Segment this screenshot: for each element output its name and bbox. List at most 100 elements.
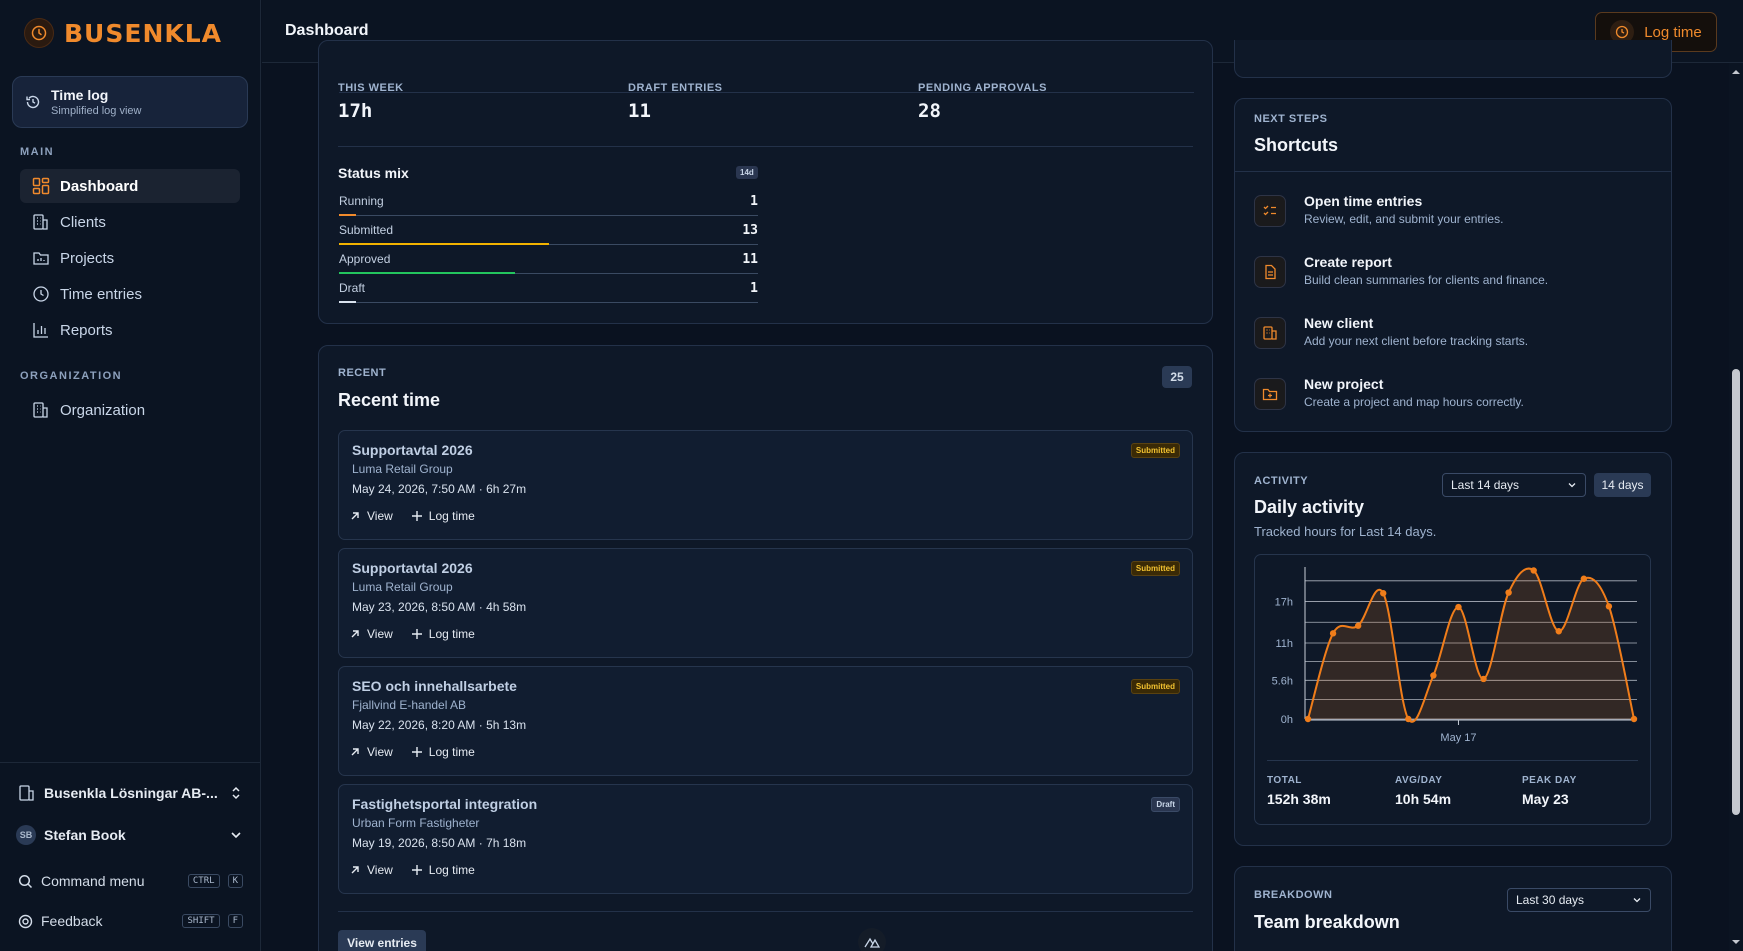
log-time-link[interactable]: Log time xyxy=(411,627,475,641)
recent-entry[interactable]: Fastighetsportal integration Urban Form … xyxy=(338,784,1193,894)
plus-icon xyxy=(411,511,422,521)
view-button[interactable]: View xyxy=(349,627,393,641)
scroll-down-icon xyxy=(1732,940,1740,944)
logo-text: BUSENKLA xyxy=(64,18,223,48)
sidebar-item-label: Dashboard xyxy=(60,177,139,195)
view-button[interactable]: View xyxy=(349,745,393,759)
sidebar-item-projects[interactable]: Projects xyxy=(20,241,240,275)
recent-entry[interactable]: SEO och innehallsarbete Fjallvind E-hand… xyxy=(338,666,1193,776)
sidebar-item-reports[interactable]: Reports xyxy=(20,313,240,347)
chart-container: 0h 5.6h 11h 17h May 17 TOTAL 152h 38m AVG/DA… xyxy=(1254,554,1651,825)
entry-title[interactable]: Supportavtal 2026 xyxy=(352,442,473,458)
arrow-up-right-icon xyxy=(351,630,359,638)
shortcut-new-project[interactable]: New project Create a project and map hou… xyxy=(1254,372,1654,422)
shortcuts-title: Shortcuts xyxy=(1254,135,1339,155)
time-log-card[interactable]: Time log Simplified log view xyxy=(12,76,248,128)
log-time-link[interactable]: Log time xyxy=(411,745,475,759)
entry-title[interactable]: Supportavtal 2026 xyxy=(352,560,473,576)
user-menu[interactable]: SB Stefan Book xyxy=(16,822,243,848)
search-icon xyxy=(18,874,33,888)
log-time-link[interactable]: Log time xyxy=(411,509,475,523)
shortcut-title: New client xyxy=(1304,315,1374,331)
divider xyxy=(1235,171,1671,172)
breakdown-range-select[interactable]: Last 30 days xyxy=(1507,888,1651,912)
arrow-up-right-icon xyxy=(351,512,359,520)
shortcut-title: Create report xyxy=(1304,254,1392,270)
stat-this-week: THIS WEEK 17h xyxy=(338,82,404,122)
logo[interactable]: BUSENKLA xyxy=(24,18,222,48)
org-name: Busenkla Lösningar AB-... xyxy=(44,785,218,801)
organization-section-label: ORGANIZATION xyxy=(20,370,123,382)
view-button[interactable]: View xyxy=(349,509,393,523)
sidebar-item-dashboard[interactable]: Dashboard xyxy=(20,169,240,203)
chevron-down-icon xyxy=(1633,898,1641,903)
activity-point xyxy=(1555,628,1562,635)
building-icon xyxy=(33,214,48,230)
shortcut-new-client[interactable]: New client Add your next client before t… xyxy=(1254,311,1654,361)
stat-value: 28 xyxy=(918,100,941,122)
building-icon xyxy=(1254,317,1286,349)
status-badge: Draft xyxy=(1151,797,1180,812)
shortcut-desc: Review, edit, and submit your entries. xyxy=(1304,212,1504,226)
divider xyxy=(338,911,1193,912)
sidebar-item-time-entries[interactable]: Time entries xyxy=(20,277,240,311)
bar-chart-icon xyxy=(33,323,48,338)
view-label: View xyxy=(367,627,393,641)
org-switcher[interactable]: Busenkla Lösningar AB-... xyxy=(18,780,243,806)
time-log-subtitle: Simplified log view xyxy=(51,105,142,117)
activity-point xyxy=(1430,672,1437,679)
activity-point xyxy=(1630,715,1638,723)
status-row-draft: Draft 1 xyxy=(339,281,758,303)
scrollbar-thumb[interactable] xyxy=(1732,369,1740,815)
activity-eyebrow: ACTIVITY xyxy=(1254,475,1309,487)
plus-icon xyxy=(411,747,422,757)
page-scrollbar[interactable] xyxy=(1729,63,1743,951)
entry-title[interactable]: Fastighetsportal integration xyxy=(352,796,537,812)
status-count: 1 xyxy=(750,194,758,209)
main-section-label: MAIN xyxy=(20,146,55,158)
kbd-f: F xyxy=(227,914,243,928)
checklist-icon xyxy=(1254,195,1286,227)
view-button[interactable]: View xyxy=(349,863,393,877)
feedback-button[interactable]: Feedback SHIFT F xyxy=(18,910,243,932)
arrow-up-right-icon xyxy=(351,748,359,756)
log-time-label: Log time xyxy=(1644,23,1702,41)
sidebar-item-label: Projects xyxy=(60,249,115,267)
activity-point xyxy=(1480,675,1487,683)
shortcut-open-time-entries[interactable]: Open time entries Review, edit, and subm… xyxy=(1254,189,1654,239)
page-title: Dashboard xyxy=(285,22,369,39)
select-value: Last 14 days xyxy=(1451,478,1520,492)
select-value: Last 30 days xyxy=(1516,893,1585,907)
entry-datetime: May 19, 2026, 8:50 AM · 7h 18m xyxy=(352,836,527,850)
sidebar-item-clients[interactable]: Clients xyxy=(20,205,240,239)
clock-icon xyxy=(33,286,49,302)
kbd-shift: SHIFT xyxy=(182,914,220,928)
shortcut-create-report[interactable]: Create report Build clean summaries for … xyxy=(1254,250,1654,300)
sidebar-item-organization[interactable]: Organization xyxy=(20,393,240,427)
shortcut-desc: Add your next client before tracking sta… xyxy=(1304,334,1529,348)
y-tick-label: 0h xyxy=(1281,714,1293,726)
folder-plus-icon xyxy=(1254,378,1286,410)
activity-title: Daily activity xyxy=(1254,497,1365,517)
nuxt-devtools-icon[interactable] xyxy=(858,928,886,951)
status-mix-badge: 14d xyxy=(736,166,758,179)
sidebar-divider xyxy=(0,762,261,763)
sidebar-item-label: Reports xyxy=(60,321,113,339)
command-menu-button[interactable]: Command menu CTRL K xyxy=(18,870,243,892)
activity-range-select[interactable]: Last 14 days xyxy=(1442,473,1586,497)
scroll-up-icon xyxy=(1732,70,1740,74)
view-entries-button[interactable]: View entries xyxy=(338,930,426,951)
activity-point xyxy=(1354,622,1362,629)
recent-count-badge: 25 xyxy=(1162,366,1192,388)
log-time-link[interactable]: Log time xyxy=(411,863,475,877)
activity-point xyxy=(1380,590,1387,597)
recent-entry[interactable]: Supportavtal 2026 Luma Retail Group May … xyxy=(338,430,1193,540)
arrow-up-right-icon xyxy=(351,866,359,874)
sidebar: BUSENKLA Time log Simplified log view MA… xyxy=(0,0,261,951)
recent-entry[interactable]: Supportavtal 2026 Luma Retail Group May … xyxy=(338,548,1193,658)
status-count: 13 xyxy=(742,223,758,238)
activity-point xyxy=(1530,567,1537,574)
entry-client: Fjallvind E-handel AB xyxy=(352,698,467,712)
breakdown-eyebrow: BREAKDOWN xyxy=(1254,889,1333,901)
entry-title[interactable]: SEO och innehallsarbete xyxy=(352,678,517,694)
